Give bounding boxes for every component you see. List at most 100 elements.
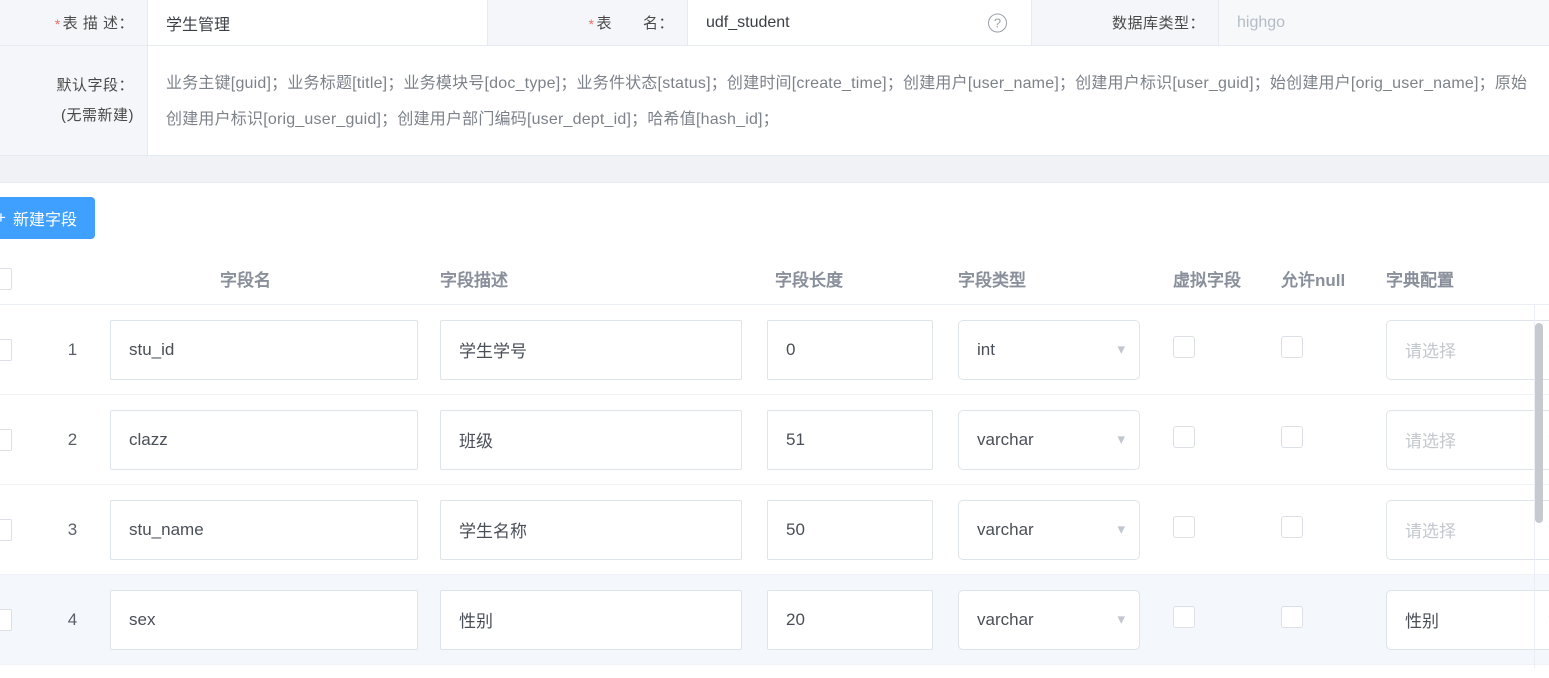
vertical-scrollbar-track[interactable] xyxy=(1535,305,1546,668)
select-all-cell[interactable] xyxy=(0,267,35,290)
db-type-label-text: 数据库类型： xyxy=(1111,15,1205,32)
row-index: 2 xyxy=(67,429,78,449)
field-desc-input[interactable] xyxy=(440,499,742,560)
table-row[interactable]: 2 varchar ▾ 请选择▾ xyxy=(0,395,1549,485)
plus-icon: + xyxy=(0,208,6,227)
table-meta-form: * 表 描 述： 学生管理 * 表 名： udf_student ? 数据库类型： … xyxy=(0,0,1549,155)
header-field-name: 字段名 xyxy=(110,266,440,291)
row-select-checkbox[interactable] xyxy=(0,608,12,631)
table-row[interactable]: 3 varchar ▾ 请选择▾ xyxy=(0,485,1549,575)
dict-config-value: 请选择 xyxy=(1405,432,1456,451)
row-dict-config-cell[interactable]: 请选择▾ xyxy=(1386,499,1549,560)
dict-config-select[interactable]: 请选择▾ xyxy=(1386,409,1549,470)
allow-null-checkbox[interactable] xyxy=(1281,606,1303,628)
row-select-checkbox[interactable] xyxy=(0,428,12,451)
row-allow-null-cell[interactable] xyxy=(1281,606,1386,633)
row-field-length-cell[interactable] xyxy=(767,499,958,560)
db-type-label: 数据库类型： xyxy=(1032,0,1219,45)
row-virtual-field-cell[interactable] xyxy=(1173,336,1281,363)
field-length-input[interactable] xyxy=(767,319,933,380)
row-field-length-cell[interactable] xyxy=(767,319,958,380)
allow-null-checkbox[interactable] xyxy=(1281,516,1303,538)
row-virtual-field-cell[interactable] xyxy=(1173,516,1281,543)
row-field-name-cell[interactable] xyxy=(110,319,440,380)
table-row[interactable]: 4 varchar ▾ 性别▾ xyxy=(0,575,1549,665)
dict-config-value: 请选择 xyxy=(1405,522,1456,541)
row-allow-null-cell[interactable] xyxy=(1281,426,1386,453)
chevron-down-icon: ▾ xyxy=(1117,431,1125,448)
select-all-checkbox[interactable] xyxy=(0,267,12,290)
header-dict-config: 字典配置 xyxy=(1386,266,1549,291)
row-dict-config-cell[interactable]: 请选择▾ xyxy=(1386,319,1549,380)
table-toolbar: + 新建字段 xyxy=(0,183,1549,253)
row-field-type-cell[interactable]: varchar ▾ xyxy=(958,589,1173,650)
field-name-input[interactable] xyxy=(110,589,418,650)
row-select-checkbox[interactable] xyxy=(0,338,12,361)
default-fields-label-line1: 默认字段： xyxy=(56,76,134,94)
row-dict-config-cell[interactable]: 性别▾ xyxy=(1386,589,1549,650)
dict-config-select[interactable]: 性别▾ xyxy=(1386,589,1549,650)
row-virtual-field-cell[interactable] xyxy=(1173,606,1281,633)
field-length-input[interactable] xyxy=(767,589,933,650)
row-field-name-cell[interactable] xyxy=(110,499,440,560)
fields-table-body: 1int▾请选择▾2varchar▾请选择▾3varchar▾请选择▾4varc… xyxy=(0,305,1549,668)
row-select-checkbox[interactable] xyxy=(0,518,12,541)
virtual-field-checkbox[interactable] xyxy=(1173,336,1195,358)
row-select-cell[interactable] xyxy=(0,608,35,631)
row-virtual-field-cell[interactable] xyxy=(1173,426,1281,453)
row-allow-null-cell[interactable] xyxy=(1281,336,1386,363)
help-circle-icon[interactable]: ? xyxy=(988,13,1007,32)
row-select-cell[interactable] xyxy=(0,428,35,451)
row-index: 3 xyxy=(67,519,78,539)
row-field-type-cell[interactable]: int ▾ xyxy=(958,319,1173,380)
field-type-select[interactable]: varchar ▾ xyxy=(958,409,1140,470)
row-field-type-cell[interactable]: varchar ▾ xyxy=(958,409,1173,470)
chevron-down-icon: ▾ xyxy=(1117,521,1125,538)
field-desc-input[interactable] xyxy=(440,409,742,470)
row-select-cell[interactable] xyxy=(0,518,35,541)
field-desc-input[interactable] xyxy=(440,319,742,380)
allow-null-checkbox[interactable] xyxy=(1281,426,1303,448)
default-fields-label: 默认字段： (无需新建) xyxy=(0,46,148,155)
row-field-name-cell[interactable] xyxy=(110,409,440,470)
field-type-select[interactable]: varchar ▾ xyxy=(958,499,1140,560)
row-field-desc-cell[interactable] xyxy=(440,319,767,380)
virtual-field-checkbox[interactable] xyxy=(1173,606,1195,628)
dict-config-select[interactable]: 请选择▾ xyxy=(1386,319,1549,380)
field-name-input[interactable] xyxy=(110,319,418,380)
field-type-select[interactable]: int ▾ xyxy=(958,319,1140,380)
row-field-desc-cell[interactable] xyxy=(440,589,767,650)
allow-null-checkbox[interactable] xyxy=(1281,336,1303,358)
dict-config-select[interactable]: 请选择▾ xyxy=(1386,499,1549,560)
row-field-desc-cell[interactable] xyxy=(440,499,767,560)
field-type-select[interactable]: varchar ▾ xyxy=(958,589,1140,650)
row-field-type-cell[interactable]: varchar ▾ xyxy=(958,499,1173,560)
row-field-desc-cell[interactable] xyxy=(440,409,767,470)
header-field-type: 字段类型 xyxy=(958,266,1173,291)
row-dict-config-cell[interactable]: 请选择▾ xyxy=(1386,409,1549,470)
row-field-length-cell[interactable] xyxy=(767,589,958,650)
header-field-length-text: 字段长度 xyxy=(775,271,843,290)
field-length-input[interactable] xyxy=(767,409,933,470)
form-row-default-fields: 默认字段： (无需新建) 业务主键[guid]；业务标题[title]；业务模块… xyxy=(0,45,1549,155)
virtual-field-checkbox[interactable] xyxy=(1173,516,1195,538)
vertical-scrollbar-thumb[interactable] xyxy=(1535,323,1543,523)
field-name-input[interactable] xyxy=(110,409,418,470)
header-virtual-field-text: 虚拟字段 xyxy=(1173,271,1241,290)
row-field-name-cell[interactable] xyxy=(110,589,440,650)
row-select-cell[interactable] xyxy=(0,338,35,361)
table-name-value: udf_student xyxy=(706,13,790,31)
row-index: 4 xyxy=(67,609,78,629)
row-field-length-cell[interactable] xyxy=(767,409,958,470)
required-star-icon-2: * xyxy=(588,15,595,32)
field-length-input[interactable] xyxy=(767,499,933,560)
add-field-button[interactable]: + 新建字段 xyxy=(0,197,95,239)
field-name-input[interactable] xyxy=(110,499,418,560)
table-name-label: * 表 名： xyxy=(488,0,688,45)
field-desc-input[interactable] xyxy=(440,589,742,650)
table-desc-field[interactable]: 学生管理 xyxy=(148,0,488,45)
row-allow-null-cell[interactable] xyxy=(1281,516,1386,543)
virtual-field-checkbox[interactable] xyxy=(1173,426,1195,448)
table-name-field[interactable]: udf_student ? xyxy=(688,0,1032,45)
table-row[interactable]: 1 int ▾ 请选择▾ xyxy=(0,305,1549,395)
